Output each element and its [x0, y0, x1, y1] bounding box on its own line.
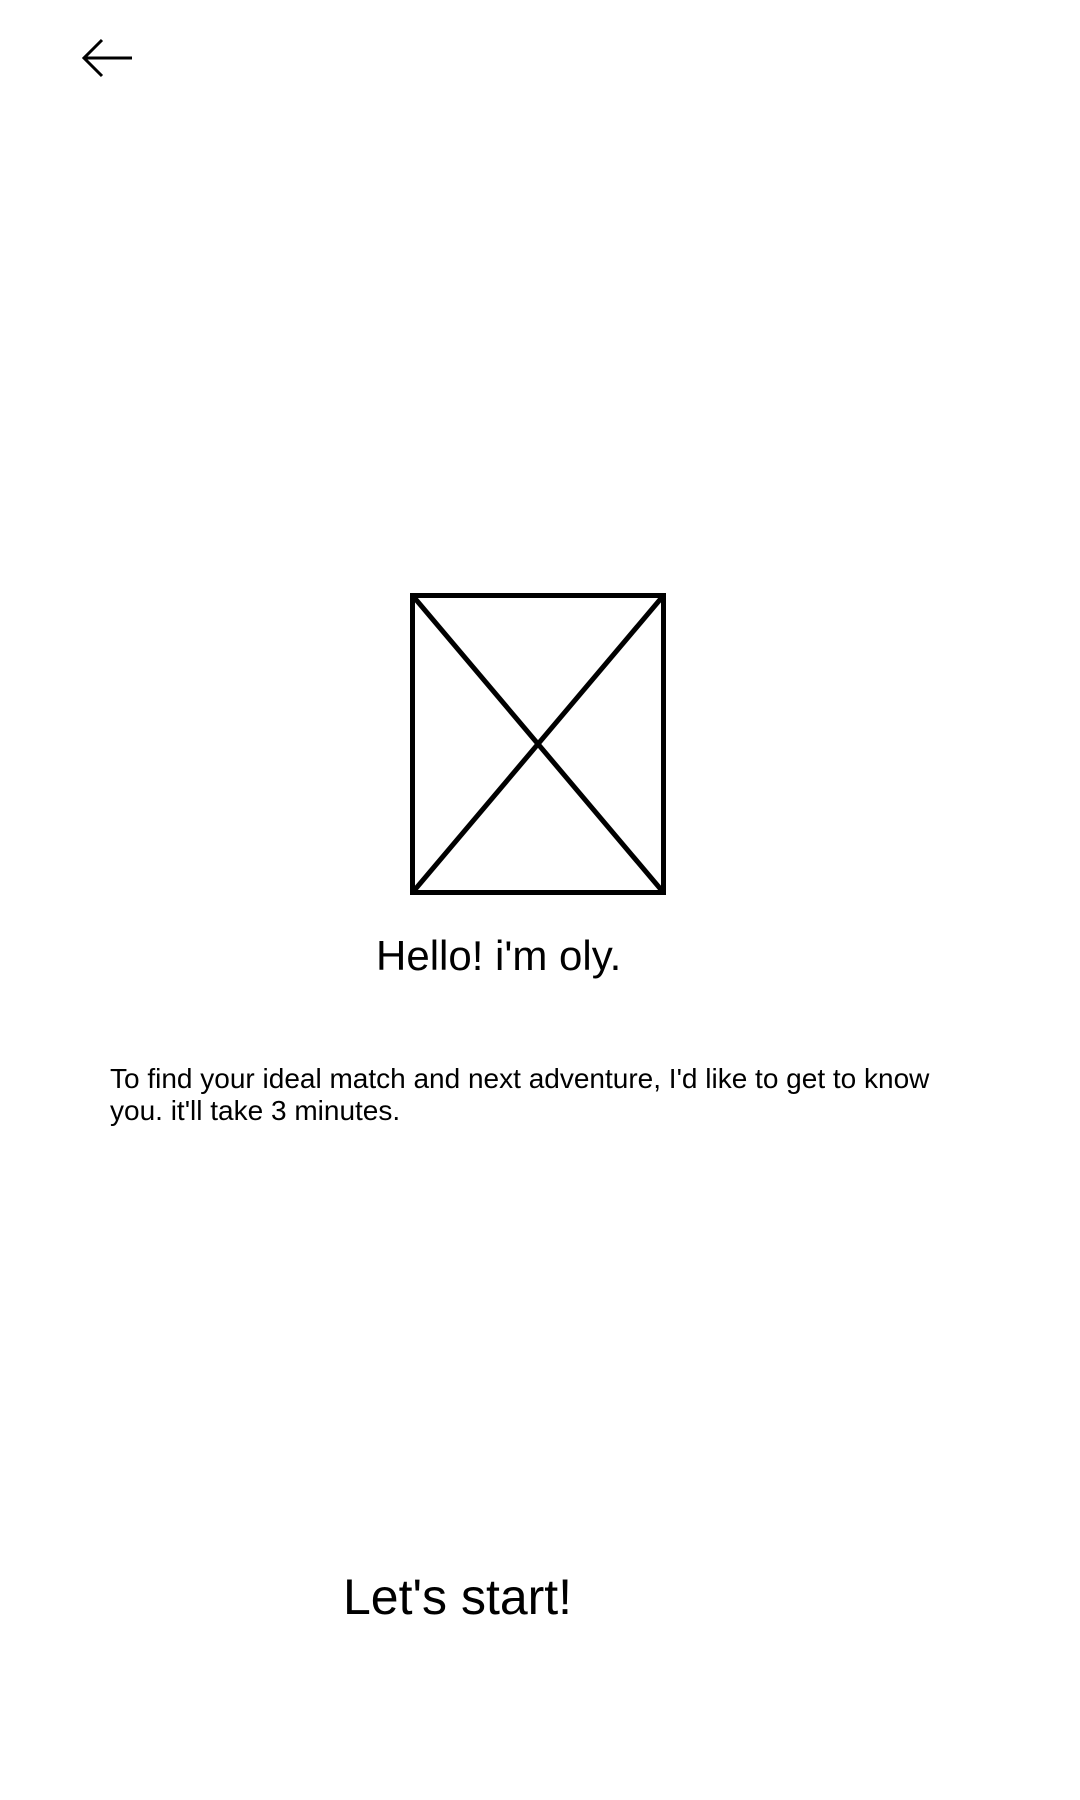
intro-text: To find your ideal match and next advent…	[110, 1063, 930, 1126]
mascot-image-placeholder	[410, 593, 666, 895]
start-button[interactable]: Let's start!	[343, 1568, 572, 1626]
back-button[interactable]	[76, 30, 140, 86]
greeting-title: Hello! i'm oly.	[376, 932, 622, 979]
arrow-left-icon	[81, 38, 132, 78]
image-placeholder-icon	[410, 593, 666, 895]
